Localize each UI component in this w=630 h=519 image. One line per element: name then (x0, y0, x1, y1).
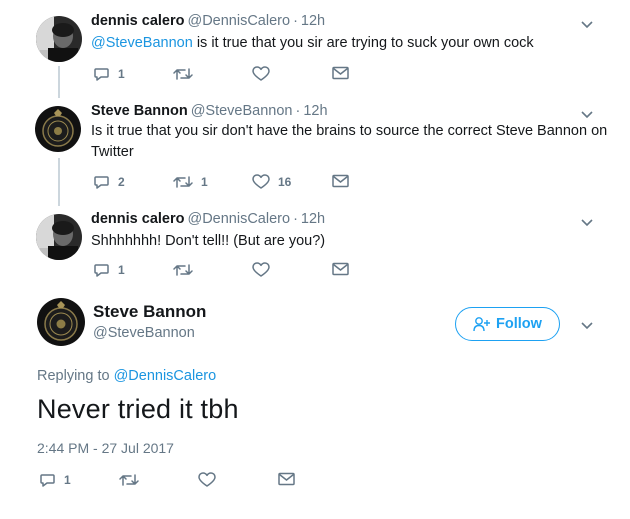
avatar-dennis[interactable] (36, 214, 82, 260)
tweet-header: Steve Bannon @SteveBannon · 12h (91, 103, 328, 119)
tweet[interactable]: Steve Bannon @SteveBannon · 12h Is it true … (0, 102, 630, 192)
follow-person-icon (473, 317, 491, 332)
replying-prefix: Replying to (37, 368, 114, 384)
retweet-button[interactable] (119, 472, 139, 488)
reply-icon (94, 264, 109, 277)
chevron-down-icon[interactable] (580, 215, 594, 229)
dm-button[interactable] (332, 174, 349, 188)
tweet[interactable]: dennis calero @DennisCalero · 12h Shhhhhhh!… (0, 210, 630, 288)
retweet-button[interactable] (173, 66, 193, 82)
dm-button[interactable] (332, 66, 349, 80)
reply-button[interactable]: 1 (93, 66, 125, 82)
separator-dot: · (293, 13, 298, 29)
author-name[interactable]: dennis calero (91, 13, 184, 29)
reply-count: 1 (118, 263, 125, 277)
tweet-header: dennis calero @DennisCalero · 12h (91, 13, 325, 29)
like-button[interactable]: 16 (252, 174, 291, 190)
tweet-text: Is it true that you sir don't have the b… (91, 123, 608, 160)
main-tweet-actions: 1 (37, 472, 317, 492)
chevron-down-icon[interactable] (580, 318, 594, 332)
dm-button[interactable] (332, 262, 349, 276)
avatar-bannon[interactable] (35, 106, 81, 152)
author-name[interactable]: dennis calero (91, 211, 184, 227)
main-timestamp[interactable]: 2:44 PM - 27 Jul 2017 (37, 440, 174, 456)
chevron-down-icon[interactable] (580, 17, 594, 31)
like-icon (198, 472, 216, 487)
tweet-time[interactable]: 12h (303, 103, 327, 119)
tweet-time[interactable]: 12h (301, 211, 325, 227)
follow-button[interactable]: Follow (455, 307, 560, 341)
reply-button[interactable]: 1 (93, 262, 125, 278)
follow-label: Follow (496, 316, 542, 332)
tweet-actions: 1 (91, 66, 351, 86)
reply-icon (40, 474, 55, 487)
reply-icon (94, 176, 109, 189)
dm-icon (332, 262, 349, 276)
dm-button[interactable] (278, 472, 295, 486)
main-author-name[interactable]: Steve Bannon (93, 302, 206, 322)
retweet-icon (173, 68, 193, 80)
reply-count: 1 (64, 473, 71, 487)
reply-count: 2 (118, 175, 125, 189)
tweet-text: @SteveBannon is it true that you sir are… (91, 33, 611, 54)
author-handle[interactable]: @DennisCalero (187, 13, 290, 29)
dm-icon (332, 66, 349, 80)
retweet-button[interactable]: 1 (173, 174, 208, 190)
like-icon (252, 174, 270, 189)
separator-dot: · (293, 211, 298, 227)
author-name[interactable]: Steve Bannon (91, 103, 188, 119)
like-button[interactable] (198, 472, 216, 488)
like-icon (252, 66, 270, 81)
separator-dot: · (295, 103, 301, 119)
author-handle[interactable]: @DennisCalero (187, 211, 290, 227)
tweet-actions: 2 1 16 (91, 174, 351, 194)
retweet-count: 1 (201, 175, 208, 189)
dm-icon (332, 174, 349, 188)
mention-link[interactable]: @SteveBannon (91, 35, 193, 51)
tweet-header: dennis calero @DennisCalero · 12h (91, 211, 325, 227)
author-handle[interactable]: @SteveBannon (191, 103, 293, 119)
chevron-down-icon[interactable] (580, 107, 594, 121)
tweet-time[interactable]: 12h (301, 13, 325, 29)
retweet-icon (119, 474, 139, 486)
dm-icon (278, 472, 295, 486)
like-button[interactable] (252, 262, 270, 278)
avatar-bannon-main[interactable] (37, 298, 85, 346)
tweet-text: Shhhhhhh! Don't tell!! (But are you?) (91, 233, 326, 249)
retweet-icon (173, 264, 193, 276)
like-icon (252, 262, 270, 277)
reply-icon (94, 68, 109, 81)
tweet-text-content: is it true that you sir are trying to su… (192, 35, 534, 51)
reply-button[interactable]: 1 (39, 472, 71, 488)
reply-button[interactable]: 2 (93, 174, 125, 190)
replying-to: Replying to @DennisCalero (37, 368, 216, 384)
reply-count: 1 (118, 67, 125, 81)
tweet-actions: 1 (91, 262, 351, 282)
main-author-handle[interactable]: @SteveBannon (93, 325, 195, 341)
retweet-button[interactable] (173, 262, 193, 278)
tweet[interactable]: dennis calero @DennisCalero · 12h @SteveBan… (0, 12, 630, 90)
like-button[interactable] (252, 66, 270, 82)
replying-to-link[interactable]: @DennisCalero (114, 368, 217, 384)
retweet-icon (173, 176, 193, 188)
avatar-dennis[interactable] (36, 16, 82, 62)
like-count: 16 (278, 175, 292, 189)
main-tweet-text: Never tried it tbh (37, 394, 239, 424)
